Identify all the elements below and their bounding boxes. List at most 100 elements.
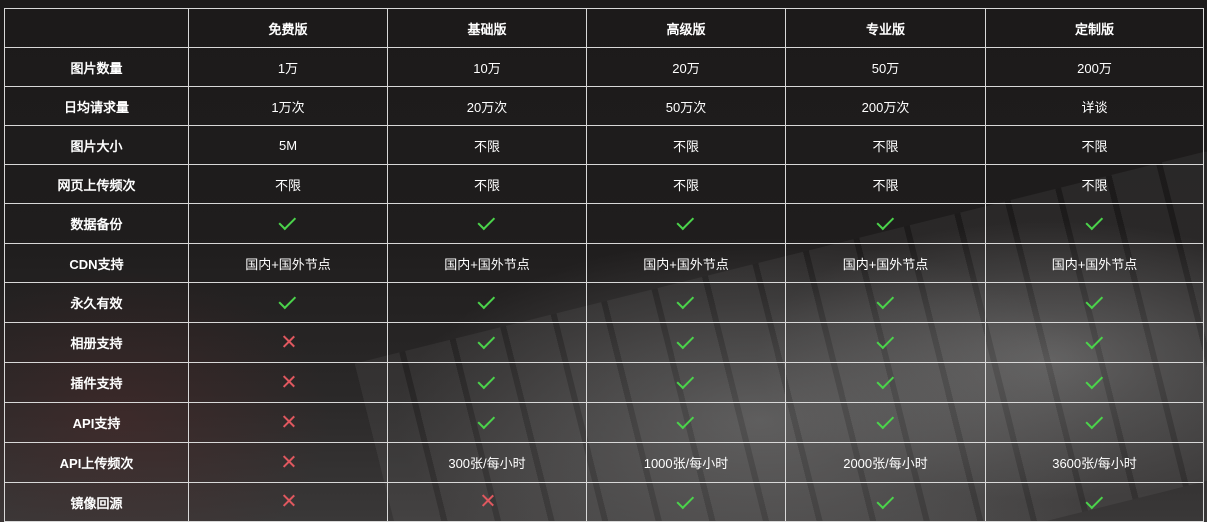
plan-comparison-table: 免费版 基础版 高级版 专业版 定制版 图片数量 1万 10万 20万 50万 200万日… (4, 8, 1204, 522)
table-cell (387, 203, 587, 244)
table-cell: 不限 (586, 164, 786, 204)
check-icon (676, 411, 695, 430)
table-cell (985, 203, 1204, 244)
table-cell (785, 322, 986, 363)
table-cell: 1万 (188, 47, 388, 87)
table-row: 永久有效 (4, 282, 1204, 323)
check-icon (477, 331, 496, 350)
table-cell (586, 203, 786, 244)
check-icon (1084, 411, 1103, 430)
table-cell (586, 402, 786, 443)
table-cell (586, 282, 786, 323)
table-cell: 50万 (785, 47, 986, 87)
table-cell: 不限 (586, 125, 786, 165)
row-label: API支持 (4, 402, 189, 443)
check-icon (676, 212, 695, 231)
table-row: 图片数量 1万 10万 20万 50万 200万 (4, 47, 1204, 87)
table-cell (188, 402, 388, 443)
check-icon (1084, 371, 1103, 390)
row-label: 日均请求量 (4, 86, 189, 126)
check-icon (875, 371, 894, 390)
table-cell (785, 282, 986, 323)
row-label: CDN支持 (4, 243, 189, 283)
table-cell (985, 322, 1204, 363)
check-icon (1084, 291, 1103, 310)
table-cell: 300张/每小时 (387, 442, 587, 483)
cross-icon (282, 494, 295, 507)
row-label: 镜像回源 (4, 482, 189, 522)
header-plan-free: 免费版 (188, 8, 388, 48)
header-plan-advanced: 高级版 (586, 8, 786, 48)
cross-icon (481, 494, 494, 507)
table-cell (785, 482, 986, 522)
check-icon (477, 371, 496, 390)
table-cell (387, 282, 587, 323)
table-cell (985, 482, 1204, 522)
table-row: API支持 (4, 402, 1204, 443)
row-label: 图片大小 (4, 125, 189, 165)
check-icon (875, 212, 894, 231)
table-cell (387, 362, 587, 403)
header-plan-basic: 基础版 (387, 8, 587, 48)
table-row: 日均请求量 1万次 20万次 50万次 200万次 详谈 (4, 86, 1204, 126)
header-corner (4, 8, 189, 48)
check-icon (676, 331, 695, 350)
cross-icon (282, 335, 295, 348)
table-cell: 3600张/每小时 (985, 442, 1204, 483)
header-plan-pro: 专业版 (785, 8, 986, 48)
check-icon (1084, 212, 1103, 231)
check-icon (477, 411, 496, 430)
header-plan-custom: 定制版 (985, 8, 1204, 48)
table-cell: 10万 (387, 47, 587, 87)
table-cell: 1000张/每小时 (586, 442, 786, 483)
check-icon (477, 212, 496, 231)
row-label: 永久有效 (4, 282, 189, 323)
table-cell: 国内+国外节点 (586, 243, 786, 283)
check-icon (676, 371, 695, 390)
check-icon (676, 291, 695, 310)
table-cell (785, 362, 986, 403)
table-cell (785, 402, 986, 443)
check-icon (1084, 491, 1103, 509)
table-cell: 国内+国外节点 (387, 243, 587, 283)
table-cell (188, 442, 388, 483)
table-cell (188, 282, 388, 323)
check-icon (875, 411, 894, 430)
table-cell: 2000张/每小时 (785, 442, 986, 483)
table-row: 网页上传频次 不限 不限 不限 不限 不限 (4, 164, 1204, 204)
table-row: API上传频次 300张/每小时 1000张/每小时 2000张/每小时 3600张/每… (4, 442, 1204, 483)
row-label: 相册支持 (4, 322, 189, 363)
check-icon (278, 212, 297, 231)
row-label: 图片数量 (4, 47, 189, 87)
row-label: 数据备份 (4, 203, 189, 244)
table-cell (387, 322, 587, 363)
pricing-background: 免费版 基础版 高级版 专业版 定制版 图片数量 1万 10万 20万 50万 200万日… (0, 0, 1207, 522)
check-icon (875, 491, 894, 509)
row-label: 网页上传频次 (4, 164, 189, 204)
check-icon (875, 331, 894, 350)
table-row: 图片大小 5M 不限 不限 不限 不限 (4, 125, 1204, 165)
table-cell (188, 362, 388, 403)
table-cell: 不限 (387, 164, 587, 204)
table-cell: 不限 (188, 164, 388, 204)
table-cell: 国内+国外节点 (985, 243, 1204, 283)
table-cell (387, 402, 587, 443)
table-header-row: 免费版 基础版 高级版 专业版 定制版 (4, 8, 1204, 48)
check-icon (278, 291, 297, 310)
table-cell: 1万次 (188, 86, 388, 126)
table-cell (188, 203, 388, 244)
table-cell (188, 482, 388, 522)
table-cell (985, 402, 1204, 443)
table-row: 相册支持 (4, 322, 1204, 363)
table-row: 镜像回源 (4, 482, 1204, 522)
check-icon (676, 491, 695, 509)
table-cell: 不限 (985, 164, 1204, 204)
table-cell (188, 322, 388, 363)
check-icon (875, 291, 894, 310)
table-cell (586, 322, 786, 363)
check-icon (1084, 331, 1103, 350)
table-cell: 20万次 (387, 86, 587, 126)
table-cell: 50万次 (586, 86, 786, 126)
table-cell: 详谈 (985, 86, 1204, 126)
table-cell (387, 482, 587, 522)
